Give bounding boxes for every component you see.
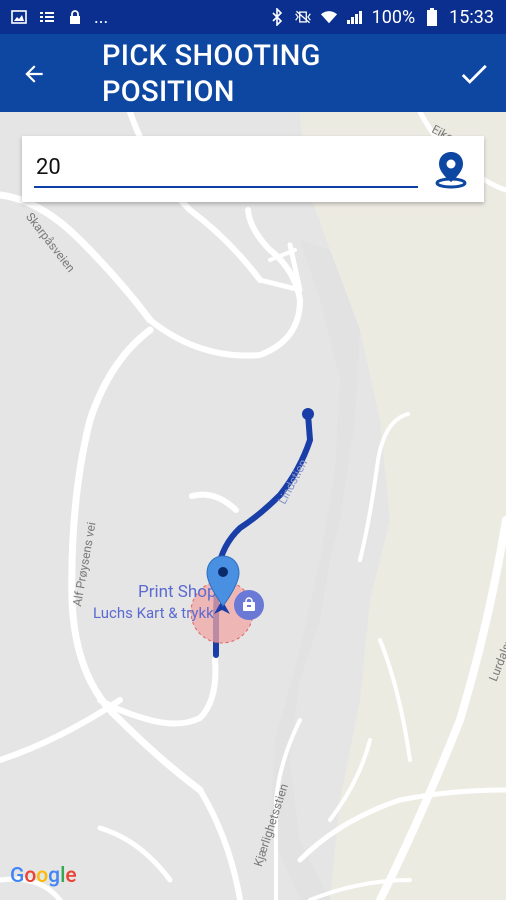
google-logo-letter: e: [65, 864, 77, 888]
search-card: [22, 136, 484, 202]
confirm-button[interactable]: [454, 54, 494, 94]
battery-percent: 100%: [371, 6, 416, 28]
image-notification-icon: [10, 8, 28, 26]
arrow-back-icon: [25, 65, 43, 83]
google-logo-letter: g: [48, 864, 61, 888]
map-canvas[interactable]: [0, 112, 506, 900]
google-logo: Google: [10, 864, 77, 888]
page-title: PICK SHOOTING POSITION: [102, 39, 321, 109]
check-icon: [461, 64, 487, 84]
google-logo-letter: o: [36, 864, 49, 888]
wifi-icon: [320, 8, 338, 26]
map-pin-icon[interactable]: [205, 554, 241, 610]
google-logo-letter: G: [10, 864, 25, 888]
input-underline: [34, 186, 418, 188]
clock: 15:33: [449, 6, 494, 28]
lock-icon: [66, 8, 84, 26]
poi-subtitle[interactable]: Luchs Kart & trykk: [93, 604, 214, 622]
bluetooth-icon: [268, 8, 286, 26]
location-pin-icon: [435, 152, 467, 189]
list-notification-icon: [38, 8, 56, 26]
status-bar: ... 100% 15:33: [0, 0, 506, 34]
signal-icon: [346, 8, 364, 26]
vibrate-mute-icon: [294, 8, 312, 26]
search-input[interactable]: [34, 146, 420, 188]
back-button[interactable]: [14, 54, 54, 94]
app-bar: PICK SHOOTING POSITION: [0, 34, 506, 112]
google-logo-letter: o: [24, 864, 37, 888]
location-button[interactable]: [430, 148, 472, 190]
map-view[interactable]: Skarpåsveien Alf Prøysens vei Lurdalsvei…: [0, 112, 506, 900]
more-notifications: ...: [94, 6, 109, 28]
battery-icon: [423, 8, 441, 26]
